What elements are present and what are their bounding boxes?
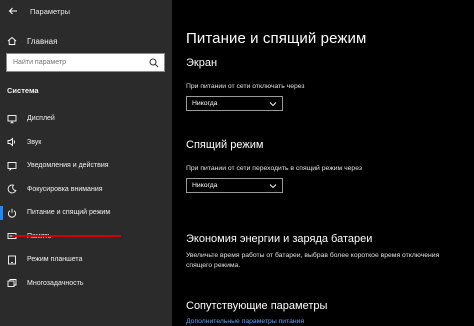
related-heading: Сопутствующие параметры bbox=[186, 300, 328, 312]
sidebar: Параметры Главная Система Дисплей Звук У… bbox=[0, 0, 172, 326]
dropdown-value: Никогда bbox=[192, 182, 218, 189]
nav-home[interactable]: Главная bbox=[0, 30, 172, 52]
nav-home-label: Главная bbox=[27, 36, 58, 46]
sleep-description: При питании от сети переходить в спящий … bbox=[186, 165, 362, 172]
display-icon bbox=[7, 114, 17, 124]
sidebar-item-focus-assist[interactable]: Фокусировка внимания bbox=[0, 178, 172, 202]
sleep-heading: Спящий режим bbox=[186, 139, 264, 151]
search-input[interactable] bbox=[13, 59, 143, 66]
main-content: Питание и спящий режим Экран При питании… bbox=[172, 0, 474, 326]
multitasking-icon bbox=[7, 278, 17, 288]
title-bar: Параметры bbox=[0, 0, 172, 22]
sidebar-item-label: Многозадачность bbox=[27, 279, 84, 287]
sidebar-item-label: Звук bbox=[27, 138, 42, 146]
dropdown-value: Никогда bbox=[192, 100, 218, 107]
notifications-icon bbox=[7, 161, 17, 171]
screen-timeout-dropdown[interactable]: Никогда bbox=[186, 96, 283, 111]
sidebar-item-multitasking[interactable]: Многозадачность bbox=[0, 272, 172, 296]
home-icon bbox=[7, 36, 17, 45]
battery-description-line2: спящего режима. bbox=[186, 262, 241, 269]
speaker-icon bbox=[7, 137, 17, 147]
window-title: Параметры bbox=[30, 6, 70, 16]
screen-heading: Экран bbox=[186, 57, 218, 69]
sidebar-item-power-sleep[interactable]: Питание и спящий режим bbox=[0, 201, 172, 225]
sidebar-item-notifications[interactable]: Уведомления и действия bbox=[0, 154, 172, 178]
battery-description-line1: Увеличьте время работы от батареи, выбра… bbox=[186, 252, 440, 259]
additional-power-settings-link[interactable]: Дополнительные параметры питания bbox=[186, 318, 304, 325]
chevron-down-icon bbox=[269, 102, 277, 107]
battery-heading: Экономия энергии и заряда батареи bbox=[186, 233, 373, 245]
sidebar-item-label: Фокусировка внимания bbox=[27, 185, 103, 193]
chevron-down-icon bbox=[269, 184, 277, 189]
red-underline-annotation bbox=[13, 235, 121, 237]
nav-list: Дисплей Звук Уведомления и действия Фоку… bbox=[0, 107, 172, 295]
sidebar-item-tablet-mode[interactable]: Режим планшета bbox=[0, 248, 172, 272]
sidebar-item-label: Уведомления и действия bbox=[27, 162, 109, 170]
page-title: Питание и спящий режим bbox=[186, 30, 367, 47]
search-box[interactable] bbox=[6, 53, 165, 72]
screen-description: При питании от сети отключать через bbox=[186, 83, 305, 90]
tablet-icon bbox=[7, 255, 17, 265]
sleep-timeout-dropdown[interactable]: Никогда bbox=[186, 178, 283, 193]
back-button[interactable] bbox=[4, 2, 22, 20]
sidebar-item-label: Дисплей bbox=[27, 115, 55, 123]
section-label: Система bbox=[7, 86, 39, 95]
sidebar-item-sound[interactable]: Звук bbox=[0, 131, 172, 155]
search-icon[interactable] bbox=[149, 58, 159, 68]
sidebar-item-label: Режим планшета bbox=[27, 256, 83, 264]
sidebar-item-label: Питание и спящий режим bbox=[27, 209, 111, 217]
sidebar-item-display[interactable]: Дисплей bbox=[0, 107, 172, 131]
back-arrow-icon bbox=[8, 7, 17, 15]
moon-icon bbox=[7, 184, 17, 194]
power-icon bbox=[7, 208, 17, 218]
